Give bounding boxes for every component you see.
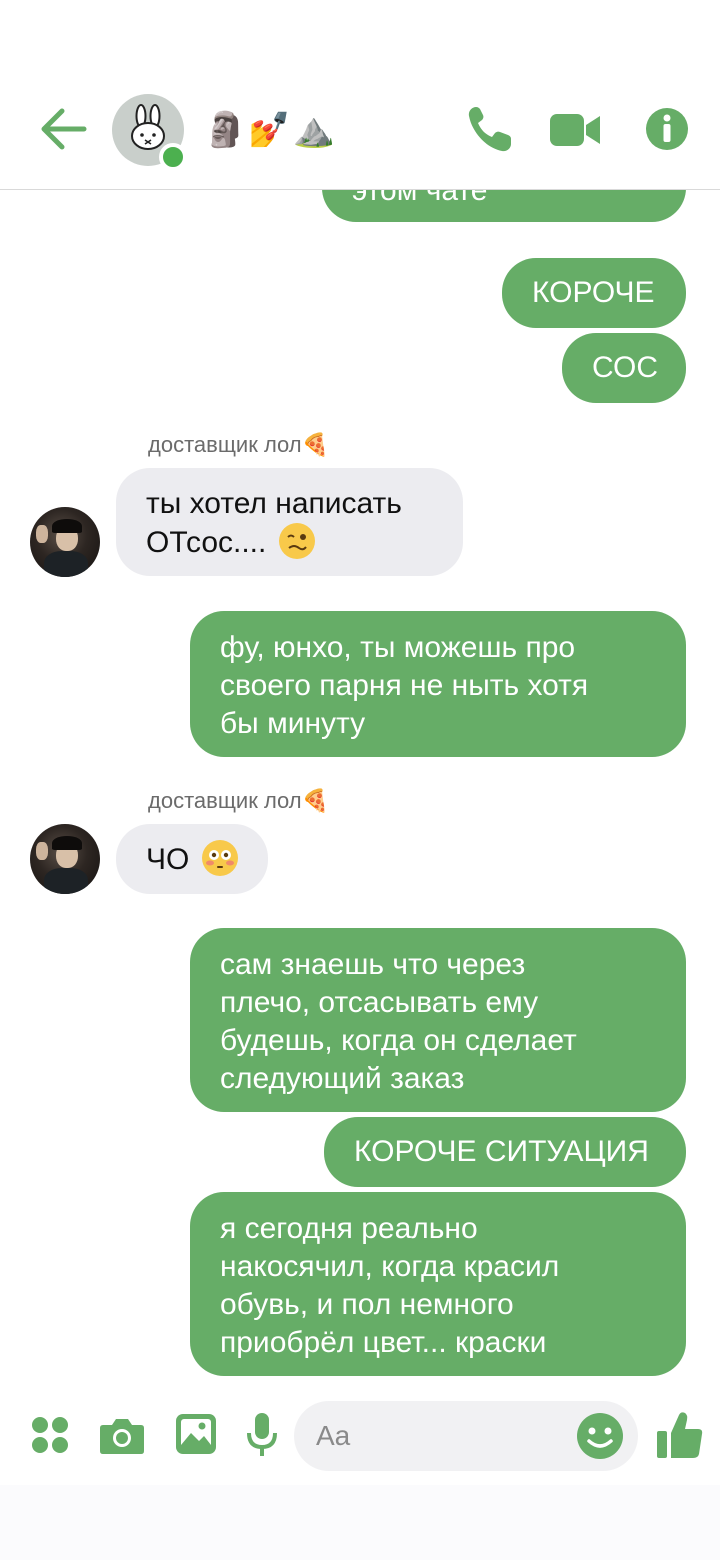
thumbs-up-icon[interactable] — [655, 1409, 705, 1461]
info-icon[interactable] — [644, 104, 690, 154]
sender-avatar[interactable] — [30, 824, 100, 894]
woozy-face-icon — [278, 523, 315, 559]
sender-avatar[interactable] — [30, 507, 100, 577]
message-bubble-outgoing[interactable]: КОРОЧЕ СИТУАЦИЯ — [324, 1117, 686, 1187]
message-text: обувь, и пол немного — [220, 1288, 514, 1321]
message-text: СОС — [592, 351, 659, 384]
message-text: сам знаешь что через — [220, 948, 526, 981]
message-bubble-incoming[interactable]: ты хотел написать ОТсос.... — [116, 468, 463, 576]
bottom-safe-area — [0, 1485, 720, 1560]
message-bubble-outgoing[interactable]: фу, юнхо, ты можешь про своего парня не … — [190, 611, 686, 757]
message-composer — [0, 1395, 720, 1485]
message-bubble-incoming[interactable]: ЧО — [116, 824, 268, 894]
phone-icon[interactable] — [466, 104, 514, 154]
microphone-icon[interactable] — [246, 1411, 278, 1459]
message-text: плечо, отсасывать ему — [220, 986, 539, 1019]
message-bubble-outgoing[interactable]: СОС — [562, 333, 686, 403]
message-text: приобрёл цвет... краски — [220, 1326, 547, 1359]
message-bubble-outgoing[interactable]: КОРОЧЕ — [502, 258, 686, 328]
message-text: своего парня не ныть хотя — [220, 669, 589, 702]
sender-name: доставщик лол🍕 — [148, 432, 330, 457]
camera-icon[interactable] — [99, 1415, 145, 1455]
chat-header: 🗿💅⛰️ — [0, 0, 720, 190]
apps-icon[interactable] — [30, 1415, 70, 1455]
emoji-icon[interactable] — [575, 1411, 625, 1461]
message-text: КОРОЧЕ СИТУАЦИЯ — [354, 1135, 649, 1168]
message-text: фу, юнхо, ты можешь про — [220, 631, 576, 664]
flushed-face-icon — [201, 840, 238, 876]
message-text: ОТсос.... — [146, 526, 267, 559]
message-text: следующий заказ — [220, 1062, 465, 1095]
message-text: КОРОЧЕ — [532, 276, 655, 309]
message-text: бы минуту — [220, 707, 366, 740]
message-text: ЧО — [146, 843, 190, 876]
message-text: будешь, когда он сделает — [220, 1024, 577, 1057]
gallery-icon[interactable] — [175, 1413, 217, 1455]
message-bubble-outgoing[interactable]: сам знаешь что через плечо, отсасывать е… — [190, 928, 686, 1112]
message-bubble-outgoing[interactable]: я сегодня реально накосячил, когда краси… — [190, 1192, 686, 1376]
message-text: накосячил, когда красил — [220, 1250, 560, 1283]
online-status-dot — [159, 143, 187, 171]
video-camera-icon[interactable] — [548, 110, 602, 150]
sender-name: доставщик лол🍕 — [148, 788, 330, 813]
message-text: ты хотел написать — [146, 487, 402, 520]
back-arrow-icon[interactable] — [38, 106, 88, 152]
message-text: я сегодня реально — [220, 1212, 478, 1245]
chat-title[interactable]: 🗿💅⛰️ — [204, 108, 337, 152]
chat-avatar[interactable] — [112, 94, 187, 171]
